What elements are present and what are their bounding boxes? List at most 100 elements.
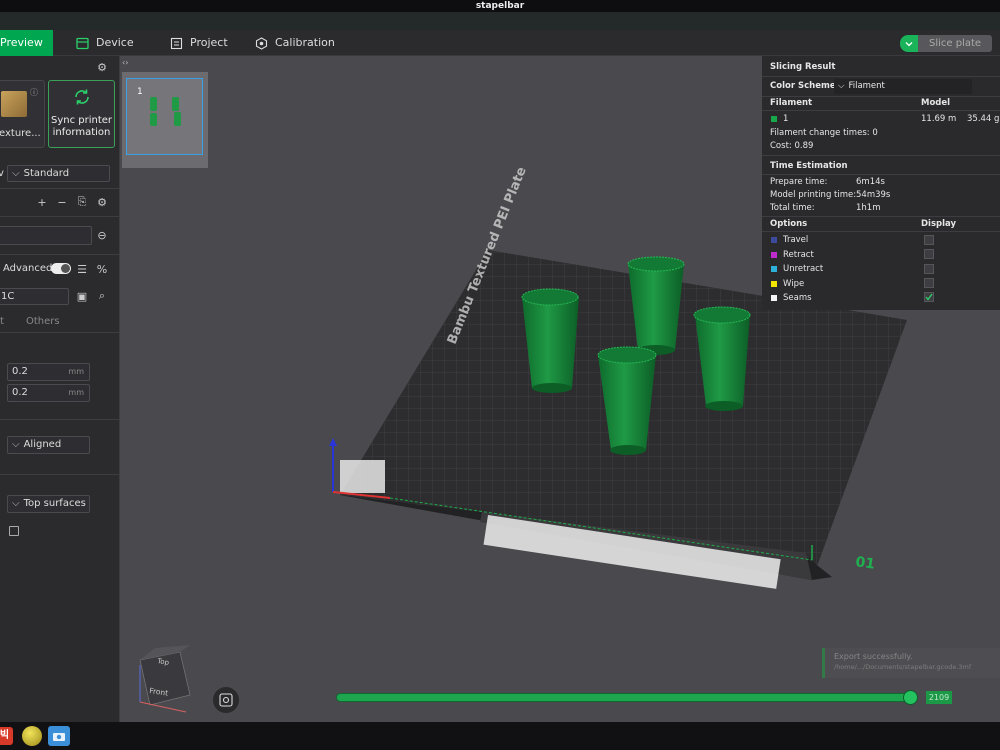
display-header: Display [921,219,957,229]
slice-dropdown-button[interactable] [900,35,918,52]
model-printing-time-value: 54m39s [856,190,891,200]
sync-icon [73,88,91,109]
list-icon[interactable]: ☰ [76,263,88,276]
filament-color-swatch [771,116,777,122]
remove-icon[interactable]: − [56,196,68,209]
tab-others[interactable]: Others [26,316,60,327]
layer-slider-handle[interactable] [903,690,918,705]
device-icon [76,37,89,50]
preset-name-field[interactable] [0,226,92,245]
plate-type-card[interactable]: ⓘ exture... [0,80,45,148]
total-time-label: Total time: [770,203,815,213]
top-nav: Preview Device Project Calibration Slice… [0,30,1000,56]
travel-display-checkbox[interactable] [924,235,934,245]
initial-layer-height-field[interactable]: 0.2 mm [7,384,90,402]
travel-swatch [771,237,777,243]
process-preset-select[interactable]: ⌵ Standard [7,165,110,182]
prepare-time-label: Prepare time: [770,177,828,187]
chevron-down-icon: ⌵ [12,439,20,450]
chevron-down-icon [905,41,913,46]
slice-plate-button[interactable]: Slice plate [918,35,992,52]
tab-project[interactable]: Project [170,30,228,56]
prepare-time-value: 6m14s [856,177,885,187]
option-checkbox[interactable] [9,526,19,536]
app-icon-globe[interactable] [22,726,42,746]
filament-weight: 35.44 g [967,114,1000,124]
wipe-display-checkbox[interactable] [924,278,934,288]
layer-height-field[interactable]: 0.2 mm [7,363,90,381]
calibration-icon [255,36,268,50]
layer-slider[interactable] [336,690,926,705]
add-icon[interactable]: + [36,196,48,209]
filament-id: 1 [783,114,789,124]
option-travel-label: Travel [783,235,809,245]
settings-icon[interactable]: ⚙ [96,196,108,209]
notification-title: Export successfully. [834,652,913,661]
window-title: stapelbar [0,0,1000,12]
options-header: Options [770,219,808,229]
total-time-value: 1h1m [856,203,881,213]
menu-bar-strip [0,12,1000,30]
tab-device[interactable]: Device [76,30,134,56]
advanced-toggle[interactable] [51,263,71,274]
percent-icon[interactable]: % [96,263,108,276]
slicing-result-panel: Slicing Result Color Scheme ⌵ Filament Fi… [762,56,1000,310]
tab-preview-label: Preview [0,36,43,49]
color-scheme-value: Filament [848,81,885,91]
view-cube: Top Front [139,645,191,713]
color-scheme-label: Color Scheme [770,81,836,91]
seam-position-select[interactable]: ⌵ Aligned [7,436,90,454]
save-icon[interactable]: ▣ [76,290,88,303]
seams-display-checkbox[interactable] [924,292,934,302]
app-icon-red[interactable]: 빅 [0,727,13,745]
plate-texture-swatch [1,91,27,117]
chevron-down-icon: ⌵ [12,168,20,179]
search-icon[interactable]: ⌕ [96,289,108,302]
layer-number: 2109 [926,691,952,704]
filament-header: Filament [770,98,813,108]
camera-app-icon[interactable] [48,726,70,746]
model-header: Model [921,98,951,108]
ironing-type-select[interactable]: ⌵ Top surfaces [7,495,90,513]
settings-sidebar: ⚙ ⓘ exture... Sync printer information v… [0,56,120,722]
gear-icon[interactable]: ⚙ [96,61,108,74]
unretract-display-checkbox[interactable] [924,264,934,274]
tab-project-label: Project [190,36,228,49]
retract-display-checkbox[interactable] [924,249,934,259]
ironing-type-value: Top surfaces [23,498,86,509]
os-taskbar: 빅 [0,722,1000,750]
wipe-swatch [771,281,777,287]
nozzle-label-fragment: v [0,168,4,179]
tab-partial[interactable]: t [0,316,4,327]
remove-circle-icon[interactable]: ⊖ [96,229,108,242]
process-preset-value: Standard [23,168,70,179]
profile-search-field[interactable]: 1C [0,288,69,305]
filament-length: 11.69 m [921,114,957,124]
tab-device-label: Device [96,36,134,49]
seams-swatch [771,295,777,301]
screenshot-button[interactable] [213,687,239,713]
advanced-label: Advanced [3,263,53,274]
cost: Cost: 0.89 [770,141,814,151]
notification-path[interactable]: /home/.../Documents/stapelbar.gcode.3mf [834,663,971,671]
color-scheme-select[interactable]: ⌵ Filament [834,79,972,94]
retract-swatch [771,252,777,258]
option-unretract-label: Unretract [783,264,824,274]
option-seams-label: Seams [783,293,812,303]
unretract-swatch [771,266,777,272]
chevron-down-icon: ⌵ [838,81,845,91]
slice-control: Slice plate [900,35,992,52]
info-icon[interactable]: ⓘ [30,87,38,98]
save-preset-icon[interactable]: ⎘ [76,195,88,208]
unit-label: mm [68,388,84,397]
initial-layer-height-value: 0.2 [12,387,28,398]
chevron-down-icon: ⌵ [12,498,20,509]
layer-slider-track[interactable] [336,693,916,702]
tab-preview[interactable]: Preview [0,30,53,56]
tab-calibration[interactable]: Calibration [255,30,335,56]
model-printing-time-label: Model printing time: [770,190,857,200]
sync-printer-card[interactable]: Sync printer information [48,80,115,148]
tab-calibration-label: Calibration [275,36,335,49]
export-notification[interactable]: Export successfully. /home/.../Documents… [822,648,1000,678]
option-wipe-label: Wipe [783,279,805,289]
